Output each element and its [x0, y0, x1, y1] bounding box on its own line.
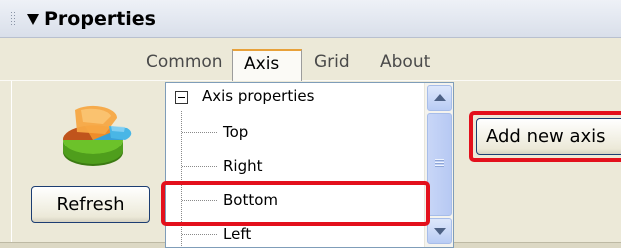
pie-chart-icon: [62, 105, 132, 166]
tree-scrollbar[interactable]: [424, 83, 453, 247]
tree-item-label: Left: [223, 225, 252, 243]
scroll-down-button[interactable]: [427, 218, 452, 244]
tab-about[interactable]: About: [380, 52, 430, 72]
tree-item-label: Right: [223, 157, 263, 175]
tree-branch-line: [182, 200, 218, 201]
tree-item-right[interactable]: Right: [166, 155, 421, 185]
triangle-down-icon[interactable]: [27, 14, 39, 25]
chevron-up-icon: [434, 94, 446, 101]
tab-axis[interactable]: Axis: [232, 49, 302, 83]
tree-item-left[interactable]: Left: [166, 223, 421, 247]
axis-tree-list[interactable]: Axis properties Top Right Bottom Left: [165, 82, 454, 248]
tree-item-bottom[interactable]: Bottom: [166, 189, 421, 219]
tree-branch-line: [182, 166, 218, 167]
panel-header[interactable]: Properties: [0, 0, 621, 38]
properties-panel: Properties Common Axis Grid About Refres…: [0, 0, 621, 248]
tab-common[interactable]: Common: [146, 52, 223, 72]
tab-grid[interactable]: Grid: [314, 52, 350, 72]
grip-icon[interactable]: [11, 12, 17, 27]
tree-root-label: Axis properties: [202, 87, 315, 105]
tree-item-top[interactable]: Top: [166, 121, 421, 151]
scroll-thumb[interactable]: [427, 113, 452, 216]
grip-lines-icon: [435, 159, 444, 167]
tree-branch-line: [182, 132, 218, 133]
tree-item-label: Top: [223, 123, 249, 141]
add-new-axis-button[interactable]: Add new axis: [476, 118, 621, 155]
scroll-up-button[interactable]: [427, 85, 452, 111]
tree-branch-line: [182, 234, 218, 235]
tab-axis-label: Axis: [244, 54, 280, 74]
refresh-button[interactable]: Refresh: [31, 186, 150, 223]
tree-item-label: Bottom: [223, 191, 279, 209]
panel-title: Properties: [44, 8, 156, 30]
minus-box-icon[interactable]: [175, 91, 188, 104]
tree-root-row[interactable]: Axis properties: [166, 85, 421, 115]
chevron-down-icon: [434, 228, 446, 235]
